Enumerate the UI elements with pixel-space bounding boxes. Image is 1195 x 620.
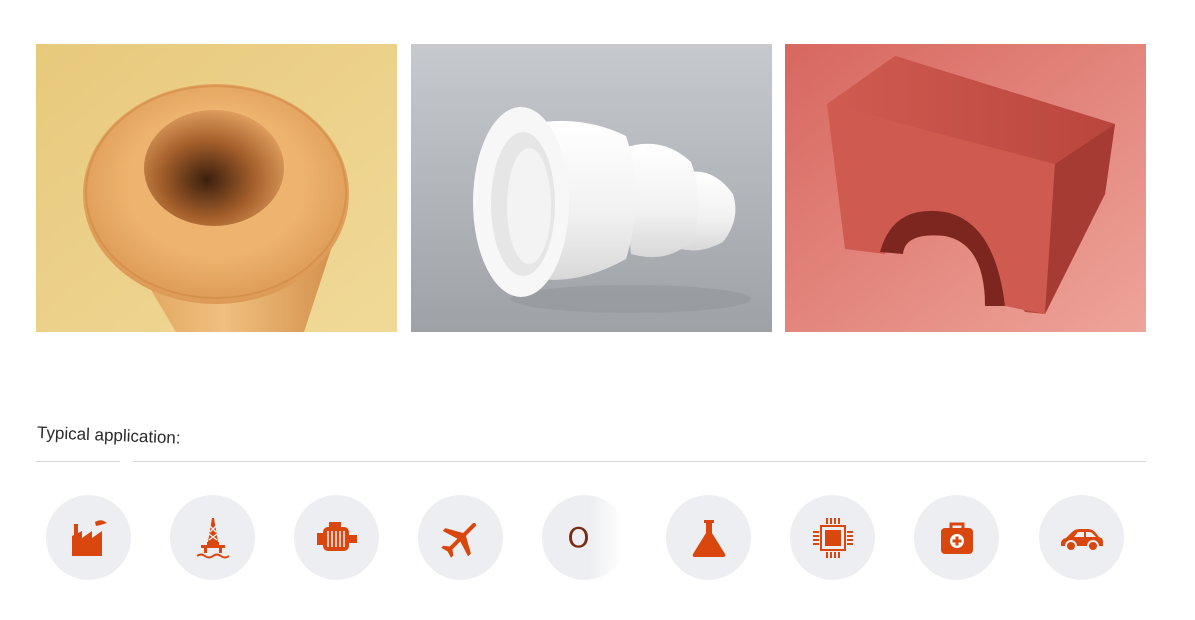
letter-o-icon: O [567,521,590,554]
typical-application-label: Typical application: [36,423,181,448]
product-gallery [36,44,1146,332]
electric-motor-icon [316,521,357,551]
car-icon [1060,528,1103,552]
application-aerospace[interactable] [418,495,503,580]
divider [36,461,120,462]
application-chemistry[interactable] [666,495,751,580]
divider [133,461,1146,462]
oil-rig-icon [195,517,230,558]
application-electric-motor[interactable] [294,495,379,580]
flask-icon [692,519,725,557]
white-ceramic-nozzle-image [411,44,772,332]
airplane-icon [440,522,476,558]
medical-kit-icon [940,522,973,554]
application-medical[interactable] [914,495,999,580]
red-ceramic-block-image [785,44,1146,332]
application-factory[interactable] [46,495,131,580]
factory-icon [71,519,107,556]
application-oil-rig[interactable] [170,495,255,580]
ceramic-tube-image [36,44,397,332]
microchip-icon [812,517,853,558]
application-unknown[interactable]: O [542,495,631,580]
application-automotive[interactable] [1039,495,1124,580]
application-icons: O [46,495,1126,581]
application-electronics[interactable] [790,495,875,580]
